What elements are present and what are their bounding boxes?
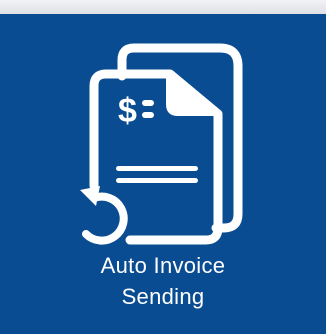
top-strip bbox=[0, 0, 326, 14]
tile-label: Auto Invoice Sending bbox=[0, 250, 326, 312]
dollar-sign-icon: $ bbox=[118, 92, 137, 130]
tile-label-line-2: Sending bbox=[121, 284, 205, 309]
auto-invoice-sending-tile[interactable]: $ Auto Invoice Sending bbox=[0, 14, 326, 334]
tile-label-line-1: Auto Invoice bbox=[100, 253, 226, 278]
invoice-auto-send-icon: $ bbox=[80, 43, 243, 245]
refresh-arrow-icon bbox=[80, 186, 128, 245]
